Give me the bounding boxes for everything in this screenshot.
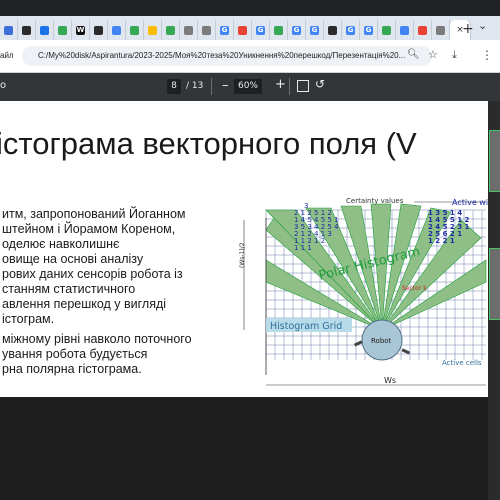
tab-favicon-icon: G (292, 25, 301, 35)
slide-body-line: итм, запропонований Йоганном (2, 207, 186, 221)
tab-favicon-icon (148, 25, 157, 35)
search-icon[interactable]: 🔍︎ (407, 49, 420, 60)
zoom-out-button[interactable]: – (222, 78, 229, 93)
tab-favicon-icon (436, 25, 445, 35)
browser-tab[interactable] (54, 20, 72, 40)
browser-tab[interactable] (234, 20, 252, 40)
certainty-number-row: 1 2 2 1 (428, 237, 455, 245)
browser-tab[interactable] (162, 20, 180, 40)
pdf-title: o (0, 80, 7, 91)
zoom-level-input[interactable]: 60% (234, 79, 262, 94)
browser-tab[interactable] (18, 20, 36, 40)
tab-favicon-icon (382, 25, 391, 35)
browser-tab[interactable] (378, 20, 396, 40)
browser-tab[interactable]: G (216, 20, 234, 40)
tab-favicon-icon (238, 25, 247, 35)
browser-tab[interactable] (36, 20, 54, 40)
browser-tab[interactable] (432, 20, 450, 40)
certainty-values-label: Certainty values (346, 197, 404, 205)
star-icon[interactable]: ☆ (428, 48, 438, 61)
tab-favicon-icon (328, 25, 337, 35)
robot-label: Robot (371, 337, 392, 345)
browser-tab[interactable] (108, 20, 126, 40)
side-thumbnail[interactable] (489, 130, 500, 192)
browser-tab[interactable]: G (360, 20, 378, 40)
slide-body-line: рових даних сенсорів робота із (2, 267, 183, 281)
browser-tab[interactable]: G (342, 20, 360, 40)
browser-tab[interactable] (180, 20, 198, 40)
tab-favicon-icon (58, 25, 67, 35)
url-text[interactable]: C:/My%20disk/Aspirantura/2023-2025/Моя%2… (38, 51, 405, 60)
page-total: / 13 (186, 81, 204, 91)
browser-tab[interactable] (198, 20, 216, 40)
slide-body-line: штейном і Йорамом Кореном, (2, 222, 176, 236)
active-window-label: Active wi (452, 198, 488, 207)
tab-favicon-icon (130, 25, 139, 35)
toolbar-divider (211, 78, 212, 95)
tab-favicon-icon (112, 25, 121, 35)
page-number-input[interactable]: 8 (167, 79, 181, 94)
tab-favicon-icon: G (220, 25, 229, 35)
slide-body-line: істограм. (2, 312, 55, 326)
tab-favicon-icon (4, 25, 13, 35)
browser-tab[interactable]: G (306, 20, 324, 40)
browser-tab[interactable] (270, 20, 288, 40)
browser-tab[interactable] (126, 20, 144, 40)
slide-title: істограма векторного поля (V (0, 126, 417, 161)
menu-icon[interactable]: ⋮ (481, 48, 493, 62)
slide-body-line: овище на основі аналізу (2, 252, 144, 266)
tab-favicon-icon: G (364, 25, 373, 35)
side-thumbnail[interactable] (489, 248, 500, 320)
ws-label: Ws (384, 376, 396, 385)
toolbar-divider (289, 78, 290, 95)
slide-body-line: оделює навколишнє (2, 237, 120, 251)
tab-favicon-icon (40, 25, 49, 35)
sector-label: Sector k (402, 285, 427, 292)
slide-body-line: ування робота будується (2, 347, 148, 361)
tab-favicon-icon (274, 25, 283, 35)
slide-body-line: міжному рівні навколо поточного (2, 332, 192, 346)
slide-body-line: авлення перешкод у вигляді (2, 297, 167, 311)
tab-favicon-icon: G (256, 25, 265, 35)
new-tab-button[interactable]: + (462, 21, 474, 37)
tab-favicon-icon (400, 25, 409, 35)
fit-page-icon[interactable] (297, 80, 309, 92)
tab-favicon-icon: G (310, 25, 319, 35)
tab-favicon-icon: G (346, 25, 355, 35)
tab-favicon-icon (418, 25, 427, 35)
tab-favicon-icon (184, 25, 193, 35)
height-axis-label: (Ws-1)/2 (239, 242, 246, 268)
tab-favicon-icon (94, 25, 103, 35)
viewer-lower-area (0, 397, 488, 500)
browser-tab[interactable] (324, 20, 342, 40)
histogram-grid-label: Histogram Grid (270, 321, 342, 332)
browser-tab[interactable] (144, 20, 162, 40)
tab-favicon-icon (22, 25, 31, 35)
tab-search-icon[interactable]: ⌄ (478, 19, 487, 32)
browser-tab[interactable] (414, 20, 432, 40)
slide-body-line: рна полярна гістограма. (2, 362, 142, 376)
download-icon[interactable]: ⤓ (452, 48, 457, 62)
browser-tab[interactable] (396, 20, 414, 40)
browser-tab[interactable] (90, 20, 108, 40)
browser-tab[interactable] (0, 20, 18, 40)
browser-tab[interactable]: G (288, 20, 306, 40)
slide-body-line: станням статистичного (2, 282, 136, 296)
tab-favicon-icon (202, 25, 211, 35)
tab-favicon-icon (166, 25, 175, 35)
browser-tab[interactable]: W (72, 20, 90, 40)
browser-tab[interactable]: G (252, 20, 270, 40)
file-indicator-label[interactable]: айл (0, 51, 14, 60)
tab-list: W G G G G G G × (0, 20, 471, 40)
tab-favicon-icon: W (76, 25, 85, 35)
title-strip (0, 0, 500, 16)
rotate-icon[interactable]: ↺ (315, 77, 325, 91)
zoom-in-button[interactable]: + (275, 77, 286, 92)
certainty-number-row: 1 1 1 (294, 244, 312, 252)
active-cells-label: Active cells (442, 359, 482, 367)
vfh-figure: Certainty values Active wi Polar Histogr… (239, 197, 488, 386)
